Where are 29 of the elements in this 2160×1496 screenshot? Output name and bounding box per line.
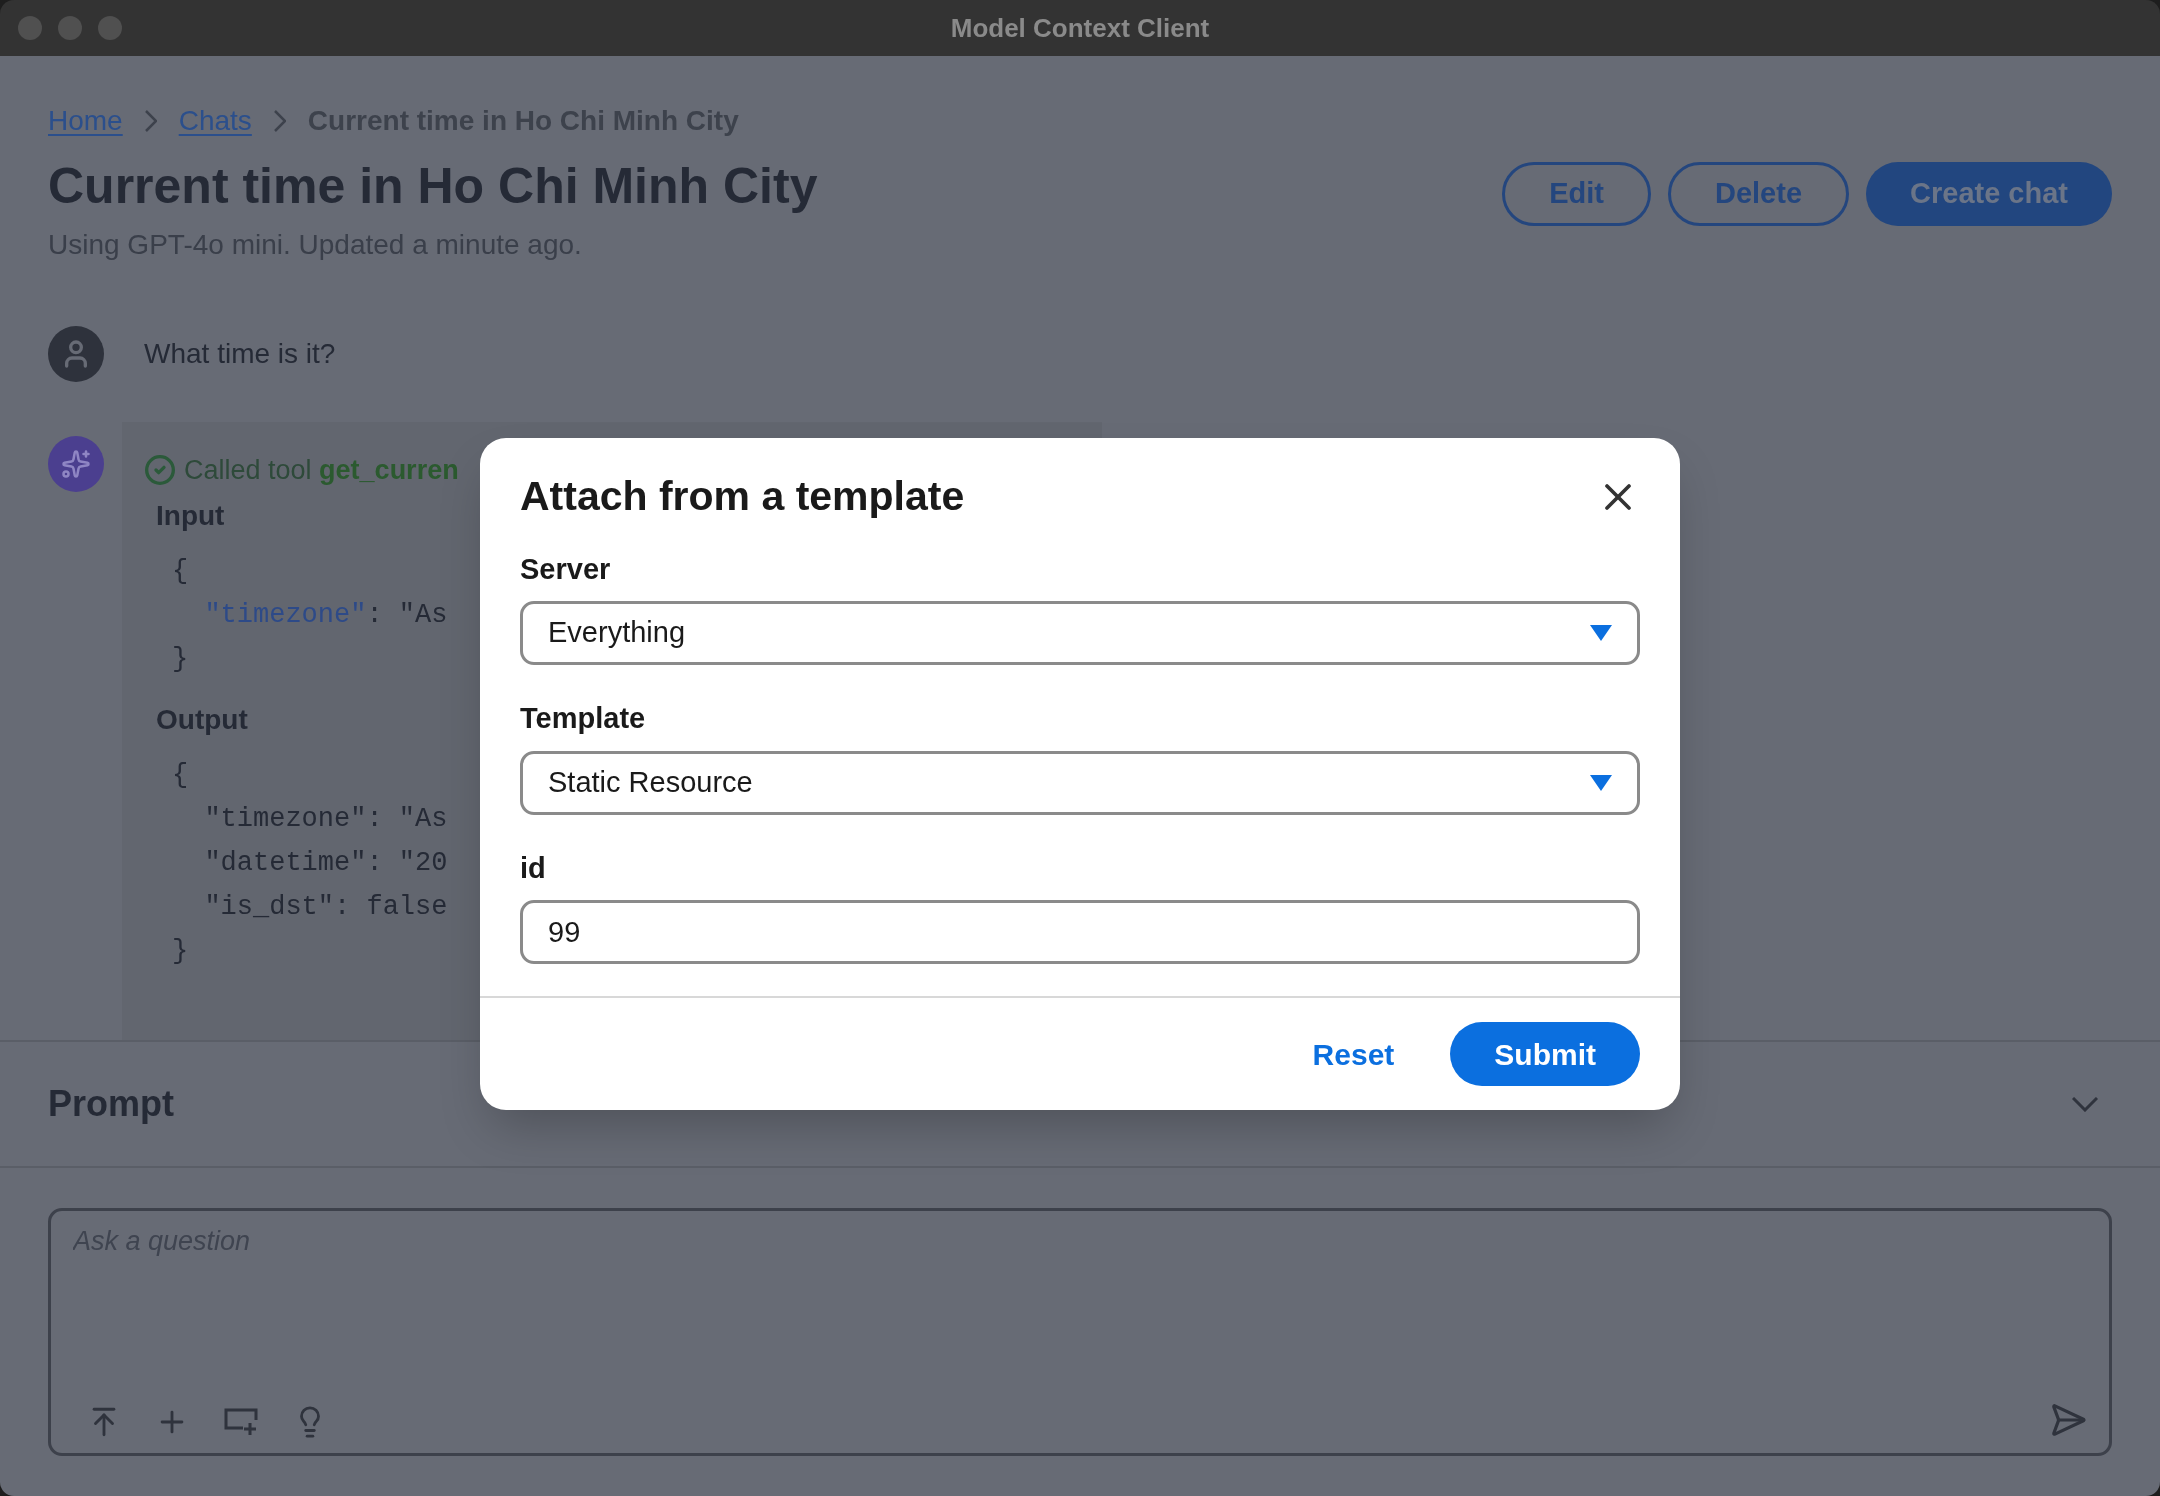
section-title: Prompt bbox=[48, 1082, 174, 1126]
field-label: id bbox=[520, 850, 547, 886]
dialog-title: Attach from a template bbox=[520, 472, 965, 521]
user-avatar bbox=[48, 326, 104, 382]
code-text: { "timezone": "As "datetime": "20 "is_dst": false } bbox=[172, 758, 448, 968]
select-field[interactable]: Everything bbox=[520, 601, 1640, 665]
check-circle-icon bbox=[144, 454, 176, 487]
section-label: Output bbox=[156, 702, 248, 737]
message-text: What time is it? bbox=[144, 337, 336, 371]
field-label: Server bbox=[520, 551, 612, 587]
screen-plus-icon[interactable] bbox=[223, 1406, 259, 1438]
window-control[interactable] bbox=[98, 16, 122, 40]
submit-button[interactable]: Submit bbox=[1450, 1022, 1640, 1086]
dropdown-triangle-icon bbox=[1590, 625, 1612, 641]
dropdown-triangle-icon bbox=[1590, 774, 1612, 791]
chevron-right-icon bbox=[144, 110, 157, 132]
window-title: Model Context Client bbox=[950, 11, 1210, 45]
chevron-down-icon[interactable] bbox=[2072, 1096, 2098, 1112]
send-icon[interactable] bbox=[2049, 1401, 2087, 1439]
section-label: Input bbox=[156, 498, 225, 533]
input-field[interactable]: 99 bbox=[520, 900, 1640, 964]
window-control[interactable] bbox=[58, 16, 82, 40]
reset-button[interactable]: Reset bbox=[1300, 1022, 1407, 1086]
page-title: Current time in Ho Chi Minh City bbox=[48, 157, 818, 216]
field-label: Template bbox=[520, 701, 647, 736]
select-field[interactable]: Static Resource bbox=[520, 750, 1640, 815]
assistant-avatar bbox=[48, 436, 104, 492]
chevron-right-icon bbox=[273, 110, 286, 132]
window-control[interactable] bbox=[18, 16, 42, 40]
